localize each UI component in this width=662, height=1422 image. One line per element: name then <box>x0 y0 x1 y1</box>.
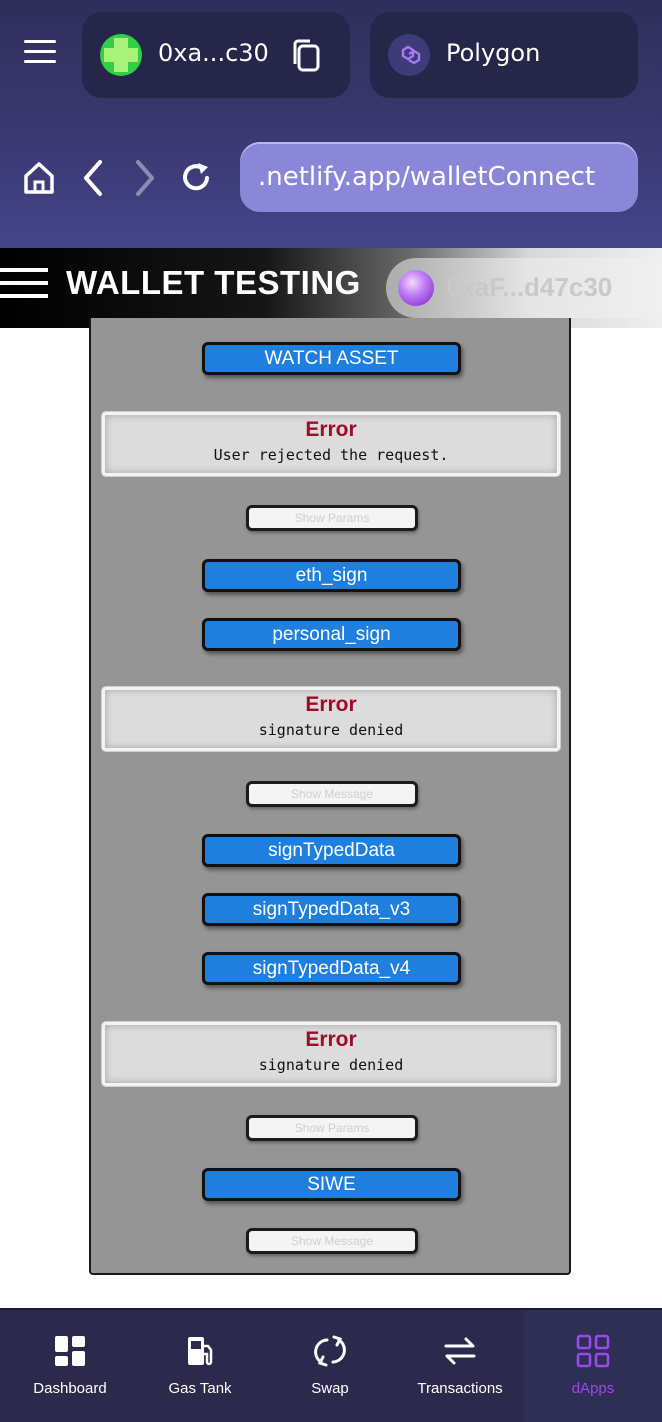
url-bar[interactable]: .netlify.app/walletConnect <box>240 142 638 212</box>
error-message: User rejected the request. <box>213 446 449 464</box>
error-title: Error <box>305 418 357 441</box>
copy-icon[interactable] <box>290 38 322 74</box>
gas-pump-icon <box>183 1334 217 1368</box>
error-message: signature denied <box>258 721 404 739</box>
personal-sign-button[interactable]: personal_sign <box>202 618 461 651</box>
swap-icon <box>313 1334 347 1368</box>
sign-typed-data-v4-button[interactable]: signTypedData_v4 <box>202 952 461 985</box>
tab-dashboard[interactable]: Dashboard <box>0 1310 140 1422</box>
tab-swap[interactable]: Swap <box>260 1310 400 1422</box>
wallet-header: 0xa...c30 Polygon .netlify.app/walletCon… <box>0 0 662 248</box>
error-box-sign: Error signature denied <box>102 687 560 751</box>
error-title: Error <box>305 693 357 716</box>
tab-label: Gas Tank <box>168 1380 232 1397</box>
account-address: 0xa...c30 <box>158 39 269 67</box>
siwe-button[interactable]: SIWE <box>202 1168 461 1201</box>
network-selector[interactable]: Polygon <box>370 12 638 98</box>
tab-dapps[interactable]: dApps <box>524 1310 662 1422</box>
sign-typed-data-v3-button[interactable]: signTypedData_v3 <box>202 893 461 926</box>
forward-arrow-icon[interactable] <box>128 158 162 198</box>
url-text: .netlify.app/walletConnect <box>258 162 596 192</box>
polygon-icon <box>388 34 430 76</box>
app-title: WALLET TESTING <box>66 264 361 301</box>
watch-asset-button[interactable]: WATCH ASSET <box>202 342 461 375</box>
account-avatar <box>100 34 142 76</box>
tab-label: dApps <box>571 1380 615 1397</box>
hamburger-menu-icon[interactable] <box>24 40 62 70</box>
home-icon[interactable] <box>22 158 56 198</box>
tab-label: Transactions <box>417 1380 503 1397</box>
app-menu-icon[interactable] <box>0 268 48 308</box>
app-account-address: 0xaF...d47c30 <box>446 272 613 302</box>
show-params-button[interactable]: Show Params <box>246 505 418 531</box>
network-name: Polygon <box>446 39 541 67</box>
app-account-chip[interactable]: 0xaF...d47c30 <box>386 258 662 318</box>
dashboard-icon <box>53 1334 87 1368</box>
app-bar: WALLET TESTING 0xaF...d47c30 <box>0 248 662 328</box>
tab-label: Dashboard <box>33 1380 107 1397</box>
testing-panel: WATCH ASSET Error User rejected the requ… <box>89 318 571 1275</box>
tab-gas-tank[interactable]: Gas Tank <box>140 1310 260 1422</box>
bottom-nav: Dashboard Gas Tank Swap Transactions dAp… <box>0 1308 662 1422</box>
tab-transactions[interactable]: Transactions <box>400 1310 520 1422</box>
tab-label: Swap <box>311 1380 349 1397</box>
account-orb-icon <box>398 270 434 306</box>
error-title: Error <box>305 1028 357 1051</box>
account-selector[interactable]: 0xa...c30 <box>82 12 350 98</box>
error-box-watch-asset: Error User rejected the request. <box>102 412 560 476</box>
back-arrow-icon[interactable] <box>78 158 112 198</box>
error-box-typed-data: Error signature denied <box>102 1022 560 1086</box>
apps-grid-icon <box>576 1334 610 1368</box>
error-message: signature denied <box>258 1056 404 1074</box>
eth-sign-button[interactable]: eth_sign <box>202 559 461 592</box>
show-params-button[interactable]: Show Params <box>246 1115 418 1141</box>
sign-typed-data-button[interactable]: signTypedData <box>202 834 461 867</box>
transfer-arrows-icon <box>443 1334 477 1368</box>
reload-icon[interactable] <box>180 158 214 198</box>
show-message-button[interactable]: Show Message <box>246 1228 418 1254</box>
show-message-button[interactable]: Show Message <box>246 781 418 807</box>
